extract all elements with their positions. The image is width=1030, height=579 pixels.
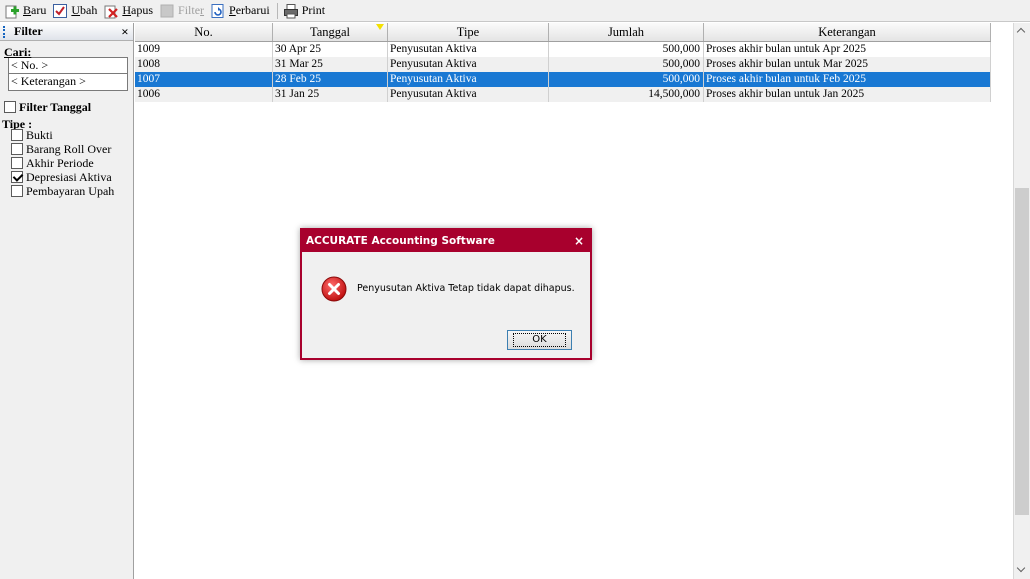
checkbox[interactable] (11, 171, 23, 183)
checkbox[interactable] (4, 101, 16, 113)
hapus-label: Hapus (122, 3, 154, 17)
ok-button[interactable]: OK (507, 330, 572, 350)
tipe-option-label: Barang Roll Over (26, 141, 112, 156)
cell-tipe: Penyusutan Aktiva (388, 57, 549, 72)
table-row[interactable]: 1007 28 Feb 25 Penyusutan Aktiva 500,000 Pro… (135, 72, 991, 87)
hapus-button[interactable]: Hapus (101, 1, 157, 21)
dialog-body: Penyusutan Aktiva Tetap tidak dapat diha… (302, 252, 590, 358)
cell-tanggal: 30 Apr 25 (273, 42, 388, 57)
cari-label: Cari: (4, 45, 32, 59)
ubah-button[interactable]: Ubah (50, 1, 101, 21)
scroll-up-icon[interactable] (1014, 23, 1030, 40)
filter-icon (159, 3, 175, 19)
scroll-thumb[interactable] (1015, 188, 1029, 515)
cell-no: 1006 (135, 87, 273, 102)
grid-body: 1009 30 Apr 25 Penyusutan Aktiva 500,000 Pro… (135, 42, 991, 102)
cell-no: 1009 (135, 42, 273, 57)
tipe-label: Tipe : (2, 117, 33, 131)
refresh-icon (210, 3, 226, 19)
cell-jumlah: 500,000 (549, 42, 704, 57)
cell-no: 1007 (135, 72, 273, 87)
cell-tanggal: 31 Mar 25 (273, 57, 388, 72)
filter-label: Filter (178, 3, 205, 17)
tipe-option-label: Akhir Periode (26, 155, 94, 170)
cell-keterangan: Proses akhir bulan untuk Apr 2025 (704, 42, 991, 57)
tipe-option[interactable]: Akhir Periode (11, 156, 133, 170)
baru-button[interactable]: Baru (2, 1, 50, 21)
column-header-no[interactable]: No. (135, 23, 273, 41)
print-button[interactable]: Print (281, 1, 329, 21)
cell-tipe: Penyusutan Aktiva (388, 87, 549, 102)
cell-tipe: Penyusutan Aktiva (388, 72, 549, 87)
column-header-keterangan[interactable]: Keterangan (704, 23, 991, 41)
print-label: Print (301, 3, 326, 17)
printer-icon (283, 3, 299, 19)
cell-keterangan: Proses akhir bulan untuk Mar 2025 (704, 57, 991, 72)
column-header-jumlah[interactable]: Jumlah (549, 23, 704, 41)
error-dialog: ACCURATE Accounting Software × Penyusuta… (300, 228, 592, 360)
cell-tipe: Penyusutan Aktiva (388, 42, 549, 57)
table-row[interactable]: 1006 31 Jan 25 Penyusutan Aktiva 14,500,000… (135, 87, 991, 102)
transaction-grid: No. Tanggal Tipe Jumlah Keterangan 1009 3… (135, 23, 991, 102)
column-header-tipe[interactable]: Tipe (388, 23, 549, 41)
tipe-option-label: Bukti (26, 127, 53, 142)
checkbox[interactable] (11, 157, 23, 169)
tipe-option[interactable]: Bukti (11, 128, 133, 142)
column-header-tanggal[interactable]: Tanggal (273, 23, 388, 41)
checkbox[interactable] (11, 185, 23, 197)
filter-button[interactable]: Filter (157, 1, 208, 21)
toolbar: Baru Ubah Hapus Filter Perbarui Print (0, 0, 1030, 22)
close-icon[interactable]: × (117, 24, 133, 40)
grid-header: No. Tanggal Tipe Jumlah Keterangan (135, 23, 991, 42)
dialog-close-icon[interactable]: × (568, 234, 590, 248)
cell-keterangan: Proses akhir bulan untuk Feb 2025 (704, 72, 991, 87)
cell-jumlah: 500,000 (549, 57, 704, 72)
dialog-title: ACCURATE Accounting Software (306, 235, 495, 247)
tipe-option-label: Pembayaran Upah (26, 183, 115, 198)
tipe-option[interactable]: Depresiasi Aktiva (11, 170, 133, 184)
filter-panel: Filter × Cari: < No. > < Keterangan > Fi… (0, 23, 134, 579)
column-header-tanggal-label: Tanggal (309, 25, 351, 39)
checkbox[interactable] (11, 143, 23, 155)
search-keterangan-input[interactable]: < Keterangan > (8, 74, 128, 91)
add-icon (4, 3, 20, 19)
tipe-option-label: Depresiasi Aktiva (26, 169, 112, 184)
cell-no: 1008 (135, 57, 273, 72)
scroll-down-icon[interactable] (1014, 562, 1030, 579)
tipe-options: Bukti Barang Roll Over Akhir Periode Depres… (11, 128, 133, 198)
edit-check-icon (52, 3, 68, 19)
filter-panel-title: Filter (14, 24, 43, 38)
search-no-input[interactable]: < No. > (8, 57, 128, 74)
cell-keterangan: Proses akhir bulan untuk Jan 2025 (704, 87, 991, 102)
cell-jumlah: 14,500,000 (549, 87, 704, 102)
table-row[interactable]: 1008 31 Mar 25 Penyusutan Aktiva 500,000 Pro… (135, 57, 991, 72)
dialog-message: Penyusutan Aktiva Tetap tidak dapat diha… (357, 283, 575, 294)
dialog-titlebar[interactable]: ACCURATE Accounting Software × (302, 230, 590, 252)
perbarui-label: Perbarui (229, 3, 270, 17)
error-icon (321, 276, 347, 302)
delete-icon (103, 3, 119, 19)
baru-label: Baru (23, 3, 47, 17)
table-row[interactable]: 1009 30 Apr 25 Penyusutan Aktiva 500,000 Pro… (135, 42, 991, 57)
tipe-option[interactable]: Barang Roll Over (11, 142, 133, 156)
ok-label: OK (513, 333, 566, 347)
tipe-option[interactable]: Pembayaran Upah (11, 184, 133, 198)
cell-tanggal: 31 Jan 25 (273, 87, 388, 102)
filter-panel-header: Filter × (0, 23, 133, 41)
drag-grip-icon[interactable] (3, 25, 11, 38)
cell-jumlah: 500,000 (549, 72, 704, 87)
vertical-scrollbar[interactable] (1013, 23, 1030, 579)
filter-tanggal-label: Filter Tanggal (19, 99, 92, 114)
toolbar-separator (276, 2, 278, 19)
filter-tanggal-checkbox[interactable]: Filter Tanggal (4, 100, 133, 114)
ubah-label: Ubah (71, 3, 98, 17)
cell-tanggal: 28 Feb 25 (273, 72, 388, 87)
sort-indicator-icon (376, 24, 384, 30)
checkbox[interactable] (11, 129, 23, 141)
perbarui-button[interactable]: Perbarui (208, 1, 274, 21)
